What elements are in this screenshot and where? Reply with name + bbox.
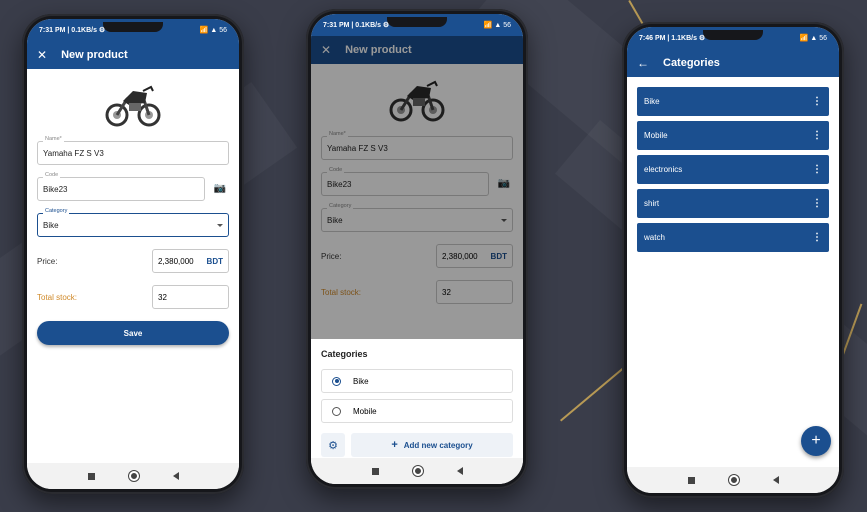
status-time: 7:31 PM | 0.1KB/s ⚙	[323, 22, 390, 29]
status-icons: 📶 ▲ 56	[799, 35, 827, 42]
option-label: Mobile	[353, 406, 377, 416]
currency-label: BDT	[206, 256, 223, 266]
more-vert-icon[interactable]: ⋮	[812, 130, 822, 141]
app-bar: ← Categories	[627, 49, 839, 77]
more-vert-icon[interactable]: ⋮	[812, 232, 822, 243]
nav-bar	[27, 463, 239, 489]
category-label: Bike	[644, 97, 660, 106]
recents-icon[interactable]	[687, 476, 695, 484]
camera-icon[interactable]: 📷	[211, 177, 229, 201]
screen: 7:46 PM | 1.1KB/s ⚙ 📶 ▲ 56 ← Categories …	[627, 27, 839, 493]
camera-notch	[387, 17, 447, 27]
home-icon[interactable]	[412, 466, 423, 476]
price-input[interactable]: 2,380,000 BDT	[152, 249, 229, 273]
name-label: Name*	[43, 136, 64, 142]
status-time: 7:31 PM | 0.1KB/s ⚙	[39, 27, 106, 34]
category-label: shirt	[644, 199, 660, 208]
plus-icon: +	[391, 439, 398, 451]
category-option-bike[interactable]: Bike	[321, 369, 513, 393]
category-value: Bike	[43, 220, 59, 230]
category-item-bike[interactable]: Bike ⋮	[637, 87, 829, 116]
close-icon[interactable]: ✕	[37, 48, 47, 62]
screen: 7:31 PM | 0.1KB/s ⚙ 📶 ▲ 56 ✕ New product	[27, 19, 239, 489]
app-bar: ✕ New product	[27, 41, 239, 69]
category-option-mobile[interactable]: Mobile	[321, 399, 513, 423]
name-field[interactable]: Name* Yamaha FZ S V3	[37, 136, 229, 165]
screen: 7:31 PM | 0.1KB/s ⚙ 📶 ▲ 56 ✕ New product	[311, 14, 523, 484]
stock-input[interactable]: 32	[152, 285, 229, 309]
back-icon[interactable]	[172, 472, 179, 480]
status-bar: 7:31 PM | 0.1KB/s ⚙ 📶 ▲ 56	[27, 19, 239, 41]
more-vert-icon[interactable]: ⋮	[812, 96, 822, 107]
add-category-button[interactable]: + Add new category	[351, 433, 513, 457]
price-value: 2,380,000	[158, 256, 194, 266]
radio-selected-icon	[332, 376, 341, 386]
code-value: Bike23	[43, 184, 68, 194]
back-arrow-icon[interactable]: ←	[637, 56, 649, 70]
price-row: Price: 2,380,000 BDT	[37, 249, 229, 273]
price-label: Price:	[37, 256, 58, 266]
status-icons: 📶 ▲ 56	[483, 22, 511, 29]
recents-icon[interactable]	[87, 472, 95, 480]
category-list: Bike ⋮ Mobile ⋮ electronics ⋮ shirt ⋮ wa…	[627, 77, 839, 252]
option-label: Bike	[353, 376, 369, 386]
category-bottom-sheet: Categories Bike Mobile ⚙ + Add new categ…	[311, 339, 523, 484]
category-label: electronics	[644, 165, 683, 174]
category-item-watch[interactable]: watch ⋮	[637, 223, 829, 252]
category-item-shirt[interactable]: shirt ⋮	[637, 189, 829, 218]
save-button[interactable]: Save	[37, 321, 229, 345]
add-category-fab[interactable]: +	[801, 426, 831, 456]
phone-category-sheet: 7:31 PM | 0.1KB/s ⚙ 📶 ▲ 56 ✕ New product	[306, 9, 528, 489]
home-icon[interactable]	[728, 475, 739, 485]
stock-row: Total stock: 32	[37, 285, 229, 309]
stock-value: 32	[158, 292, 167, 302]
code-label: Code	[43, 172, 61, 178]
phone-categories: 7:46 PM | 1.1KB/s ⚙ 📶 ▲ 56 ← Categories …	[622, 22, 844, 498]
more-vert-icon[interactable]: ⋮	[812, 198, 822, 209]
nav-bar	[627, 467, 839, 493]
sheet-actions: ⚙ + Add new category	[321, 433, 513, 457]
code-field[interactable]: Code Bike23	[37, 172, 205, 201]
category-item-mobile[interactable]: Mobile ⋮	[637, 121, 829, 150]
add-category-label: Add new category	[403, 440, 473, 450]
category-label: Mobile	[644, 131, 668, 140]
phone-new-product: 7:31 PM | 0.1KB/s ⚙ 📶 ▲ 56 ✕ New product	[22, 14, 244, 494]
category-item-electronics[interactable]: electronics ⋮	[637, 155, 829, 184]
product-image[interactable]	[37, 79, 229, 131]
nav-bar	[311, 458, 523, 484]
page-title: New product	[61, 49, 128, 61]
category-label: watch	[644, 233, 665, 242]
stock-label: Total stock:	[37, 292, 78, 302]
camera-notch	[703, 30, 763, 40]
back-icon[interactable]	[456, 467, 463, 475]
home-icon[interactable]	[128, 471, 139, 481]
recents-icon[interactable]	[371, 467, 379, 475]
dropdown-arrow-icon	[217, 223, 223, 227]
status-icons: 📶 ▲ 56	[199, 27, 227, 34]
category-label: Category	[43, 208, 70, 214]
name-value: Yamaha FZ S V3	[43, 148, 104, 158]
more-vert-icon[interactable]: ⋮	[812, 164, 822, 175]
radio-unselected-icon	[332, 406, 341, 416]
motorcycle-image	[105, 85, 161, 127]
settings-button[interactable]: ⚙	[321, 433, 345, 457]
status-bar: 7:31 PM | 0.1KB/s ⚙ 📶 ▲ 56	[311, 14, 523, 36]
page-title: Categories	[663, 57, 720, 69]
sheet-title: Categories	[321, 349, 368, 359]
status-time: 7:46 PM | 1.1KB/s ⚙	[639, 35, 706, 42]
camera-notch	[103, 22, 163, 32]
form: Name* Yamaha FZ S V3 Code Bike23 📷 Categ…	[27, 69, 239, 345]
category-dropdown[interactable]: Category Bike	[37, 208, 229, 237]
back-icon[interactable]	[772, 476, 779, 484]
status-bar: 7:46 PM | 1.1KB/s ⚙ 📶 ▲ 56	[627, 27, 839, 49]
gear-icon: ⚙	[328, 439, 338, 452]
